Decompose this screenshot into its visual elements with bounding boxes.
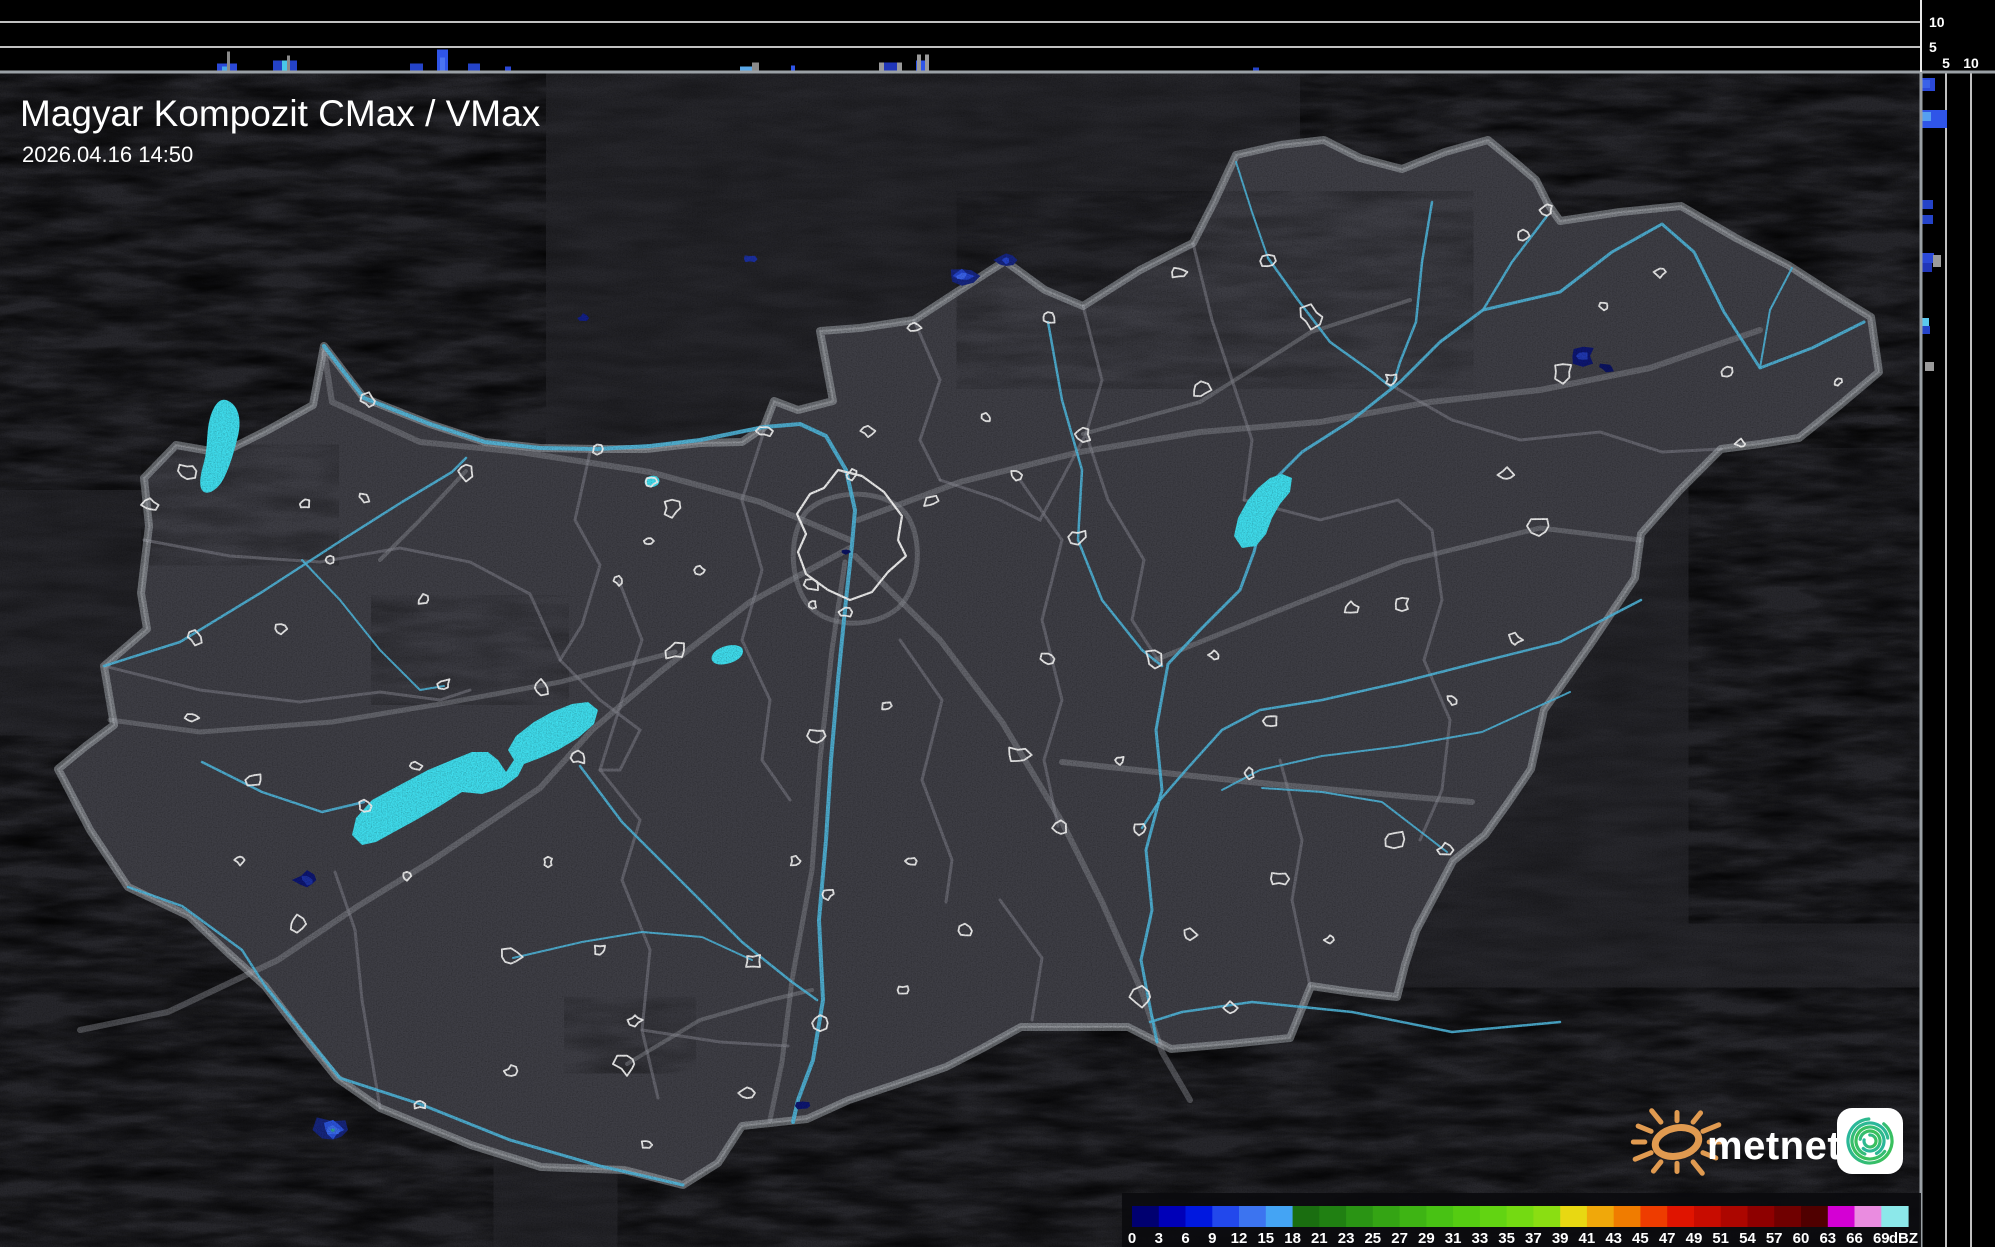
colorbar-label: 12 [1231,1230,1248,1247]
colorbar-cell [1801,1206,1829,1227]
colorbar-cell [1265,1206,1294,1227]
colorbar-label: 60 [1793,1230,1810,1247]
colorbar-cell [1881,1206,1909,1227]
colorbar-label: 6 [1181,1230,1189,1247]
colorbar-cell [1506,1206,1534,1227]
colorbar-label: 43 [1605,1230,1622,1247]
profile-echo [897,62,902,72]
colorbar-label: 18 [1284,1230,1301,1247]
colorbar-label: 69 [1873,1230,1890,1247]
profile-echo [1922,263,1932,272]
profile-echo [879,62,884,72]
colorbar-cell [1372,1206,1401,1227]
top-axis-label-10km: 10 [1929,14,1945,30]
colorbar-label: 37 [1525,1230,1542,1247]
colorbar-cell [1533,1206,1561,1227]
dbz-colorbar: 0 3 6 9 12 15 18 21 23 25 27 29 31 33 35 37 39 41 43 45 47 49… [1122,1193,1921,1247]
colorbar-label: 29 [1418,1230,1435,1247]
colorbar-cell [1613,1206,1641,1227]
colorbar-cell [1640,1206,1668,1227]
page-title: Magyar Kompozit CMax / VMax [20,93,541,134]
top-profile-panel [0,0,1921,72]
profile-echo [227,51,230,72]
colorbar-label: 54 [1739,1230,1756,1247]
colorbar-cell [1453,1206,1481,1227]
right-panel-background [1921,72,1995,1247]
profile-echo [1922,80,1930,88]
colorbar-label: 63 [1819,1230,1836,1247]
colorbar-cell [1854,1206,1882,1227]
colorbar-label: 33 [1472,1230,1489,1247]
colorbar-cell [1586,1206,1615,1227]
colorbar-label: 31 [1445,1230,1462,1247]
colorbar-label: 35 [1498,1230,1515,1247]
profile-echo [925,54,929,72]
colorbar-cell [1158,1206,1187,1227]
colorbar-unit-label: dBZ [1889,1230,1918,1247]
colorbar-label: 9 [1208,1230,1216,1247]
profile-echo [917,54,921,72]
right-profile-panel [1921,72,1995,1247]
colorbar-label: 15 [1257,1230,1274,1247]
profile-echo [1925,362,1934,371]
colorbar-cell [1346,1206,1374,1227]
colorbar-cell [1212,1206,1240,1227]
profile-echo [752,62,759,72]
profile-echo [1922,215,1933,224]
profile-echo [1922,253,1934,263]
colorbar-label: 25 [1364,1230,1381,1247]
colorbar-label: 23 [1338,1230,1355,1247]
colorbar-label: 0 [1128,1230,1136,1247]
corner-box [1921,0,1995,72]
colorbar-cell [1426,1206,1454,1227]
colorbar-label: 66 [1846,1230,1863,1247]
colorbar-cell [1560,1206,1588,1227]
profile-echo [468,63,480,72]
colorbar-cell [1720,1206,1748,1227]
colorbar-cell [1694,1206,1722,1227]
profile-echo [1933,255,1941,267]
colorbar-label: 27 [1391,1230,1408,1247]
colorbar-cell [1774,1206,1802,1227]
profile-echo [287,55,290,72]
colorbar-label: 47 [1659,1230,1676,1247]
colorbar-label: 3 [1155,1230,1163,1247]
right-axis-label-10km: 10 [1963,55,1979,71]
profile-echo [440,57,445,72]
profile-echo [1922,318,1929,326]
top-axis-label-5km: 5 [1929,39,1937,55]
terrain-grain [0,72,1921,1247]
profile-echo [884,62,897,72]
colorbar-cell [1667,1206,1695,1227]
colorbar-cell [1319,1206,1347,1227]
profile-echo [1922,112,1931,121]
profile-echo [1922,200,1933,209]
colorbar-label: 57 [1766,1230,1783,1247]
colorbar-cell [1239,1206,1267,1227]
colorbar-label: 49 [1686,1230,1703,1247]
profile-echo [410,63,423,72]
colorbar-label: 21 [1311,1230,1328,1247]
profile-echo [1922,326,1930,334]
metnet-wordmark: metnet [1707,1124,1841,1168]
right-axis-label-5km: 5 [1942,55,1950,71]
colorbar-label: 39 [1552,1230,1569,1247]
colorbar-cell [1292,1206,1320,1227]
radar-composite-image: 10 5 5 10 Magyar Kompozit CMax / VMax 20… [0,0,1995,1247]
colorbar-label: 45 [1632,1230,1649,1247]
colorbar-label: 41 [1579,1230,1596,1247]
colorbar-cell [1132,1206,1160,1227]
colorbar-cell [1399,1206,1427,1227]
map-layer [0,72,1921,1247]
metnet-app-icon [1837,1108,1903,1174]
colorbar-cell [1747,1206,1775,1227]
colorbar-cell [1479,1206,1508,1227]
radar-composite-page: 10 5 5 10 Magyar Kompozit CMax / VMax 20… [0,0,1995,1247]
timestamp: 2026.04.16 14:50 [22,142,193,167]
colorbar-cell [1827,1206,1856,1227]
colorbar-label: 51 [1712,1230,1729,1247]
colorbar-cell [1185,1206,1213,1227]
